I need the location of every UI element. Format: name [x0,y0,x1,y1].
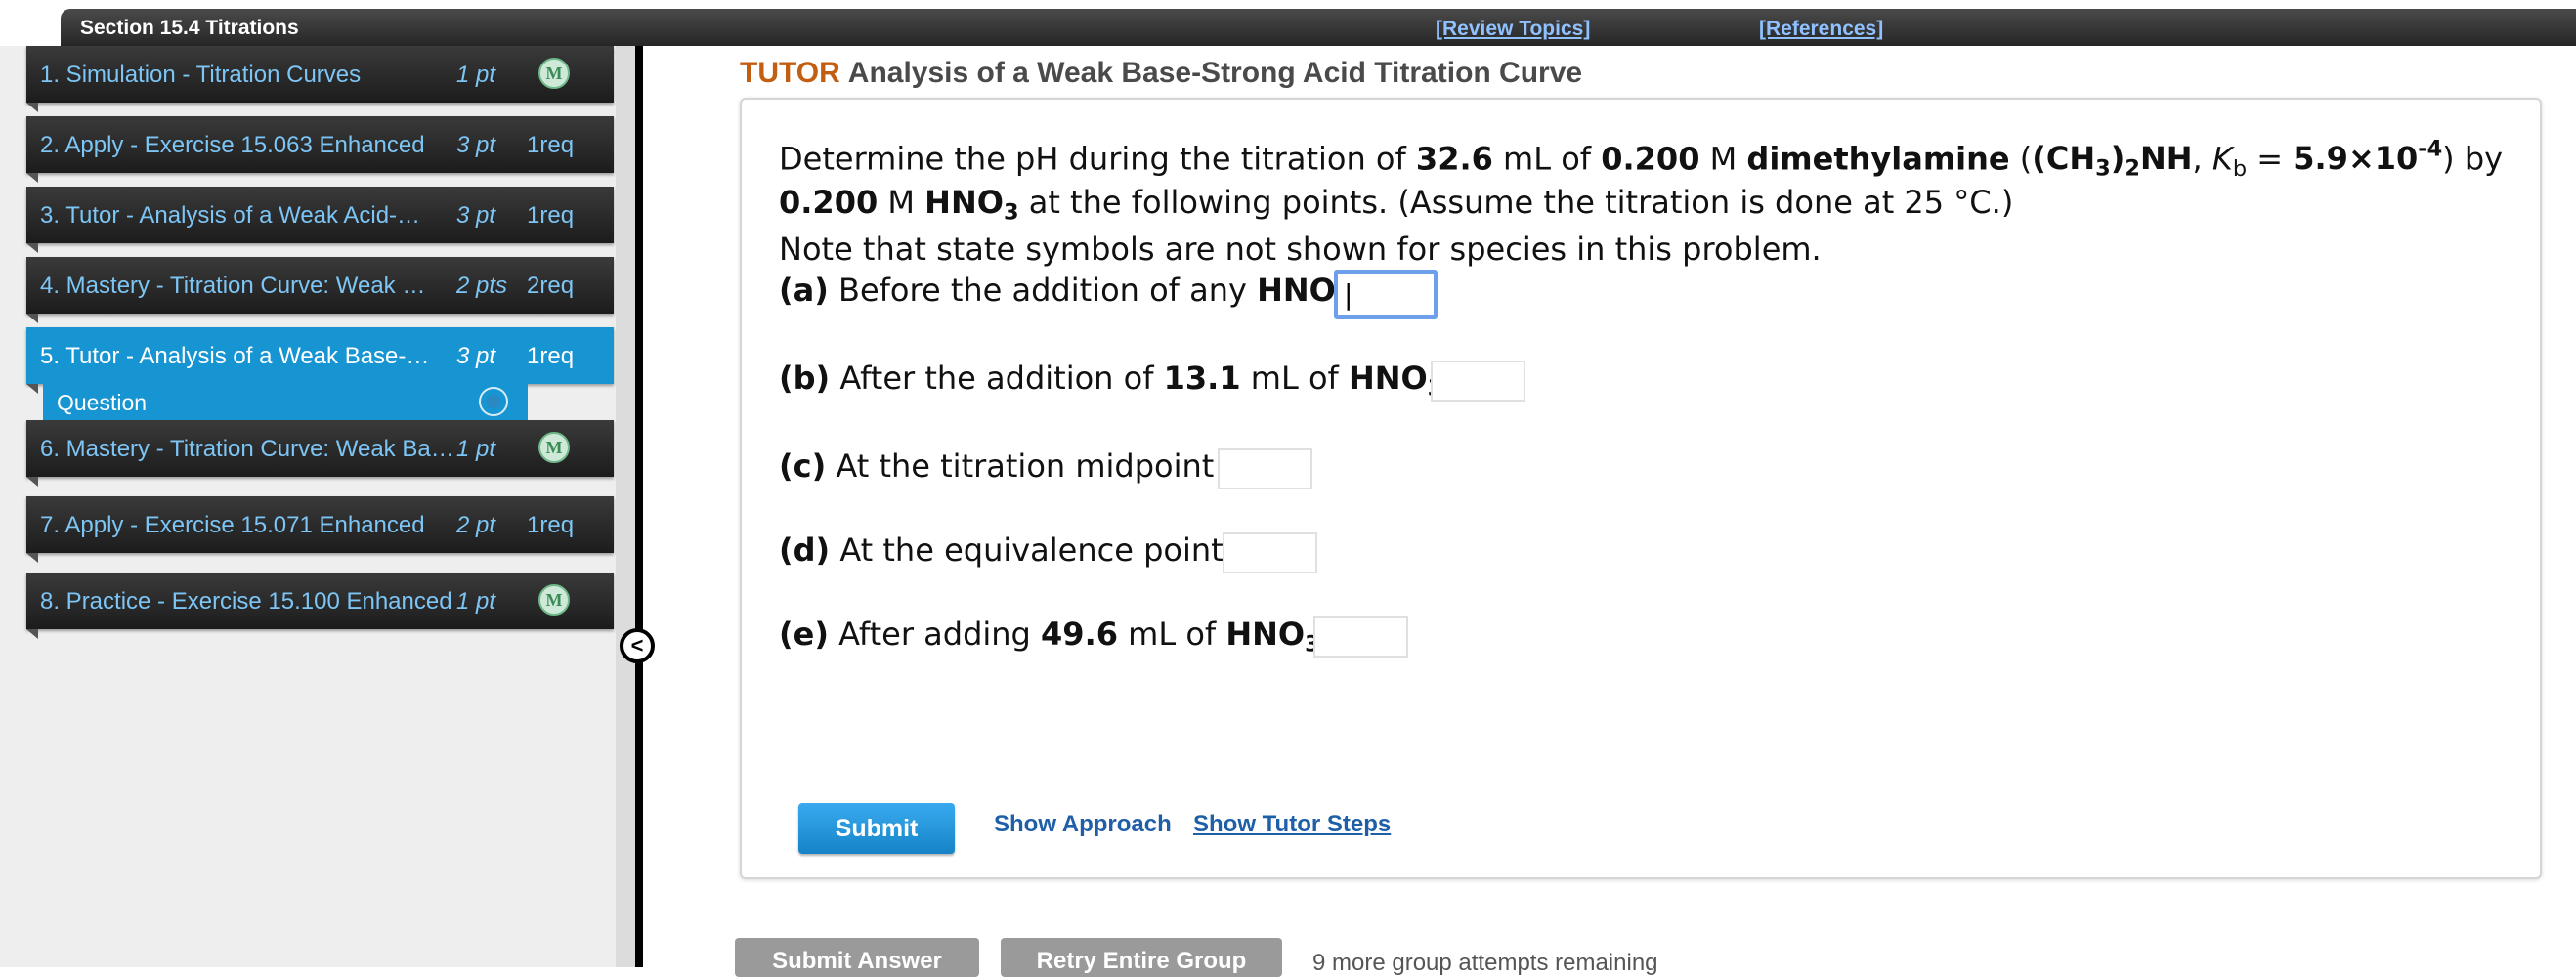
submit-answer-button[interactable]: Submit Answer [735,938,979,977]
section-title: Section 15.4 Titrations [80,17,299,39]
sidebar-item-points: 3 pt [456,132,496,158]
sidebar-item-label: 1. Simulation - Titration Curves [40,62,362,88]
references-link[interactable]: [References] [1759,18,1883,41]
problem-title: Analysis of a Weak Base-Strong Acid Titr… [847,57,1583,89]
sidebar-item-label: 6. Mastery - Titration Curve: Weak Ba… [40,436,454,462]
sidebar-item-label: 8. Practice - Exercise 15.100 Enhanced [40,588,452,615]
retry-entire-group-button[interactable]: Retry Entire Group [1001,938,1282,977]
sidebar-item-label: 7. Apply - Exercise 15.071 Enhanced [40,512,425,538]
sidebar-item-label: 2. Apply - Exercise 15.063 Enhanced [40,132,425,158]
sidebar-item-points: 1 pt [456,62,496,88]
sidebar-item-4[interactable]: 4. Mastery - Titration Curve: Weak … 2 p… [26,257,614,323]
sidebar-item-req: 1req [527,512,575,538]
review-topics-link[interactable]: [Review Topics] [1436,18,1590,41]
part-a-answer-input[interactable] [1334,270,1438,319]
progress-circle-icon [479,387,508,416]
sidebar-item-points: 2 pt [456,512,496,538]
sidebar-item-points: 3 pt [456,202,496,229]
sidebar-item-req: 1req [527,202,575,229]
tutor-tag: TUTOR [740,57,840,89]
sidebar-item-1[interactable]: 1. Simulation - Titration Curves 1 pt M [26,46,614,112]
sidebar-item-points: 2 pts [456,273,508,299]
sidebar-item-points: 1 pt [456,436,496,462]
sidebar-item-label: 5. Tutor - Analysis of a Weak Base-… [40,343,430,369]
part-b-label: (b) After the addition of 13.1 mL of HNO… [779,360,1442,402]
panel-divider[interactable] [635,46,643,967]
note-text: Note that state symbols are not shown fo… [779,231,1822,268]
intro-line-2: 0.200 M HNO3 at the following points. (A… [779,184,2014,226]
sidebar-item-6[interactable]: 6. Mastery - Titration Curve: Weak Ba… 1… [26,420,614,487]
top-bar: Section 15.4 Titrations [Review Topics] … [61,9,2576,46]
mastering-icon: M [538,584,570,616]
sidebar-item-label: 4. Mastery - Titration Curve: Weak … [40,273,426,299]
sidebar-item-3[interactable]: 3. Tutor - Analysis of a Weak Acid-… 3 p… [26,187,614,253]
sidebar-item-label: 3. Tutor - Analysis of a Weak Acid-… [40,202,421,229]
sidebar-item-7[interactable]: 7. Apply - Exercise 15.071 Enhanced 2 pt… [26,496,614,563]
part-c-label: (c) At the titration midpoint [779,447,1215,485]
mastering-icon: M [538,58,570,89]
page-title: TUTOR Analysis of a Weak Base-Strong Acid… [740,57,1582,90]
question-label: Question [57,390,148,415]
part-d-answer-input[interactable] [1223,532,1317,573]
sidebar-gutter [616,46,635,967]
sidebar-item-points: 1 pt [456,588,496,615]
sidebar-item-points: 3 pt [456,343,496,369]
assignment-sidebar: 1. Simulation - Titration Curves 1 pt M … [0,46,616,967]
part-e-label: (e) After adding 49.6 mL of HNO3 [779,616,1320,658]
mastering-icon: M [538,432,570,463]
show-approach-link[interactable]: Show Approach [994,811,1172,838]
sidebar-item-2[interactable]: 2. Apply - Exercise 15.063 Enhanced 3 pt… [26,116,614,183]
intro-line-1: Determine the pH during the titration of… [779,137,2504,183]
sidebar-item-req: 1req [527,343,575,369]
show-tutor-steps-link[interactable]: Show Tutor Steps [1193,811,1391,838]
sidebar-item-req: 1req [527,132,575,158]
sidebar-item-8[interactable]: 8. Practice - Exercise 15.100 Enhanced 1… [26,573,614,639]
collapse-sidebar-button[interactable]: < [620,628,655,663]
part-e-answer-input[interactable] [1313,616,1408,658]
sidebar-item-req: 2req [527,273,575,299]
part-c-answer-input[interactable] [1218,448,1312,489]
sidebar-item-5[interactable]: 5. Tutor - Analysis of a Weak Base-… 3 p… [26,327,614,394]
part-a-label: (a) Before the addition of any HNO3 [779,272,1351,314]
attempts-remaining: 9 more group attempts remaining [1312,950,1658,976]
submit-button[interactable]: Submit [798,803,955,854]
sidebar-subitem-question[interactable]: Question [43,383,528,420]
part-d-label: (d) At the equivalence point [779,531,1224,569]
part-b-answer-input[interactable] [1431,361,1525,402]
